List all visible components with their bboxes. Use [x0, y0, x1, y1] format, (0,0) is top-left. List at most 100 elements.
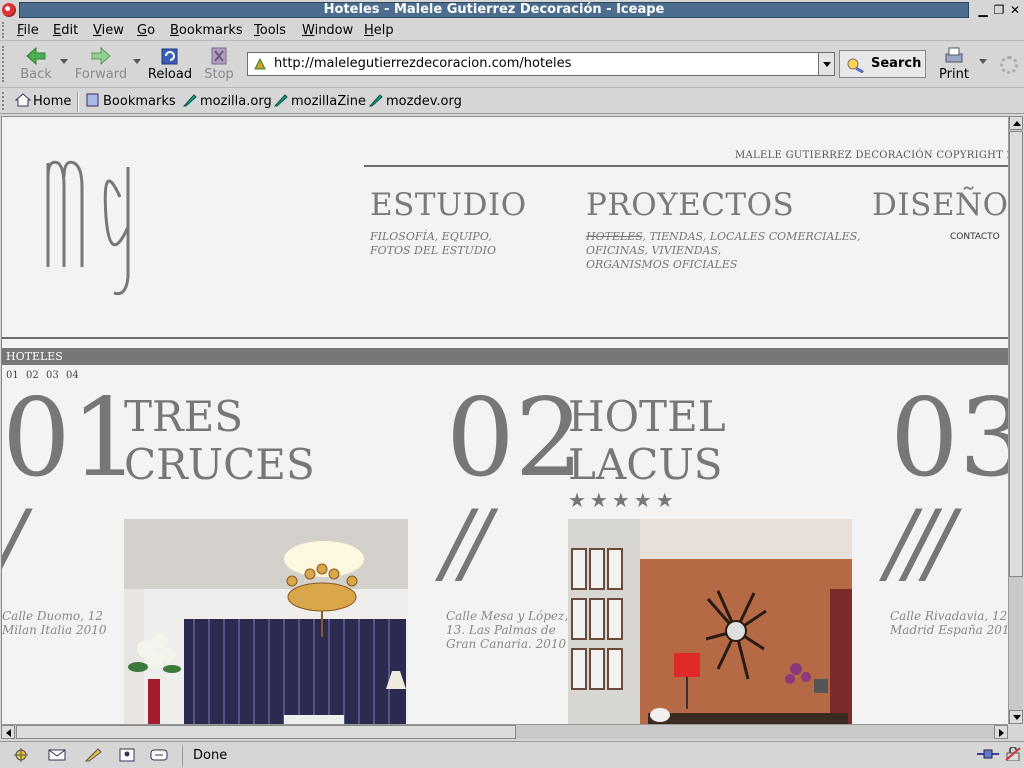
menu-help[interactable]: Help: [364, 22, 394, 39]
project-address-line: 13. Las Palmas de: [446, 623, 556, 637]
stop-icon: [211, 47, 227, 65]
reload-button[interactable]: Reload: [146, 44, 194, 84]
scroll-left-button[interactable]: [1, 725, 15, 739]
scroll-down-button[interactable]: [1009, 710, 1023, 724]
project-title-line: LACUS: [568, 440, 723, 489]
irc-chat-icon[interactable]: [150, 748, 168, 762]
project-address: Calle Mesa y López, 13. Las Palmas de Gr…: [446, 609, 568, 651]
bookmarks-button[interactable]: Bookmarks: [85, 93, 176, 111]
scroll-up-button[interactable]: [1009, 116, 1023, 130]
forward-button[interactable]: Forward: [72, 44, 130, 84]
bookmark-link-mozilla-org[interactable]: mozilla.org: [182, 93, 272, 111]
address-book-icon[interactable]: [118, 748, 136, 762]
project-title-line: TRES: [124, 392, 244, 441]
printer-icon: [945, 47, 963, 63]
nav-proyectos[interactable]: PROYECTOS: [586, 187, 794, 223]
arrow-up-icon: [1013, 121, 1021, 126]
nav-estudio[interactable]: ESTUDIO: [370, 187, 527, 223]
bookmark-link-label: mozillaZine: [291, 94, 366, 109]
bookmark-link-icon: [273, 94, 288, 107]
horizontal-scrollbar[interactable]: [1, 724, 1008, 739]
search-button[interactable]: Search: [839, 50, 926, 78]
bookmark-link-mozillazine[interactable]: mozillaZine: [273, 93, 366, 111]
close-icon[interactable]: ✕: [1008, 3, 1022, 17]
back-button[interactable]: Back: [14, 44, 58, 84]
project-title[interactable]: HOTEL LACUS: [568, 393, 726, 489]
project-photo[interactable]: [568, 519, 852, 724]
scroll-right-button[interactable]: [994, 725, 1008, 739]
menu-window[interactable]: Window: [302, 22, 353, 39]
window-title-bar: Hoteles - Malele Gutierrez Decoración - …: [0, 0, 1024, 20]
hotel-lobby-photo: [124, 519, 408, 724]
horizontal-scroll-thumb[interactable]: [16, 725, 516, 739]
menu-bookmarks[interactable]: Bookmarks: [170, 22, 243, 39]
app-icon[interactable]: [2, 3, 16, 17]
star-rating: ★★★★★: [568, 488, 678, 512]
reload-icon: [161, 48, 178, 65]
print-dropdown-icon[interactable]: [979, 59, 987, 64]
project-address: Calle Duomo, 12 Milan Italia 2010: [2, 609, 107, 637]
print-label: Print: [939, 67, 969, 82]
bookmarks-label: Bookmarks: [103, 94, 176, 109]
project-number: 01: [2, 376, 140, 501]
url-dropdown-icon[interactable]: [818, 53, 834, 75]
security-lock-icon[interactable]: [1004, 747, 1022, 761]
menu-file[interactable]: File: [17, 22, 39, 39]
mail-icon[interactable]: [48, 748, 66, 762]
project-number: 02: [446, 376, 584, 501]
project-slash: /: [2, 499, 25, 587]
mg-logo[interactable]: [42, 157, 142, 297]
project-address-line: Gran Canaria. 2010: [446, 637, 567, 651]
menu-edit[interactable]: Edit: [53, 22, 78, 39]
nav-proyectos-sub-line: ORGANISMOS OFICIALES: [586, 258, 738, 271]
project-address-line: Calle Mesa y López,: [446, 609, 569, 623]
stop-label: Stop: [204, 67, 234, 82]
vertical-scroll-thumb[interactable]: [1009, 131, 1023, 577]
vertical-scrollbar[interactable]: [1008, 116, 1023, 724]
menu-view[interactable]: View: [93, 22, 124, 39]
home-button[interactable]: Home: [15, 93, 71, 111]
bookmark-link-label: mozilla.org: [200, 94, 272, 109]
status-text: Done: [182, 745, 972, 767]
print-button[interactable]: Print: [935, 44, 973, 84]
personal-toolbar-grip[interactable]: [2, 92, 7, 110]
online-status-icon[interactable]: [976, 747, 1000, 761]
arrow-right-icon: [999, 729, 1004, 737]
nav-proyectos-sub-line: , TIENDAS, LOCALES COMERCIALES,: [642, 230, 861, 243]
toolbar-grip[interactable]: [2, 46, 7, 82]
section-title-bar: HOTELES: [2, 348, 1009, 365]
forward-arrow-icon: [91, 46, 111, 66]
nav-link-hoteles[interactable]: HOTELES: [586, 230, 642, 243]
project-title[interactable]: TRES CRUCES: [124, 393, 315, 489]
menu-tools[interactable]: Tools: [254, 22, 286, 39]
menu-bar: File Edit View Go Bookmarks Tools Window…: [0, 20, 1024, 41]
minimize-icon[interactable]: ▁: [976, 3, 990, 17]
header-rule: [364, 165, 1009, 167]
project-photo[interactable]: [124, 519, 408, 724]
stop-button[interactable]: Stop: [200, 44, 238, 84]
menu-grip[interactable]: [2, 22, 7, 38]
back-arrow-icon: [26, 46, 46, 66]
nav-contacto[interactable]: CONTACTO: [950, 232, 1000, 242]
forward-label: Forward: [74, 67, 128, 82]
menu-go[interactable]: Go: [137, 22, 155, 39]
url-bar[interactable]: http://malelegutierrezdecoracion.com/hot…: [247, 52, 835, 76]
navigator-icon[interactable]: [12, 748, 30, 762]
nav-proyectos-sub[interactable]: HOTELES, TIENDAS, LOCALES COMERCIALES, O…: [586, 230, 860, 272]
search-label: Search: [871, 56, 922, 71]
nav-diseno[interactable]: DISEÑO: [872, 187, 1009, 223]
back-dropdown-icon[interactable]: [60, 59, 68, 64]
maximize-icon[interactable]: ❐: [992, 3, 1006, 17]
nav-estudio-sub[interactable]: FILOSOFÍA, EQUIPO, FOTOS DEL ESTUDIO: [370, 230, 496, 258]
composer-icon[interactable]: [84, 748, 102, 762]
home-icon: [15, 93, 31, 107]
personal-toolbar: Home Bookmarks mozilla.org mozillaZine m…: [0, 89, 1024, 114]
bookmarks-icon: [86, 93, 99, 107]
bookmark-link-mozdev-org[interactable]: mozdev.org: [368, 93, 462, 111]
url-text[interactable]: http://malelegutierrezdecoracion.com/hot…: [274, 53, 571, 75]
forward-dropdown-icon[interactable]: [133, 59, 141, 64]
project-address-line: Milan Italia 2010: [2, 623, 107, 637]
throbber-icon[interactable]: [1000, 56, 1018, 74]
reload-label: Reload: [147, 67, 193, 82]
project-slash: //: [442, 491, 491, 594]
